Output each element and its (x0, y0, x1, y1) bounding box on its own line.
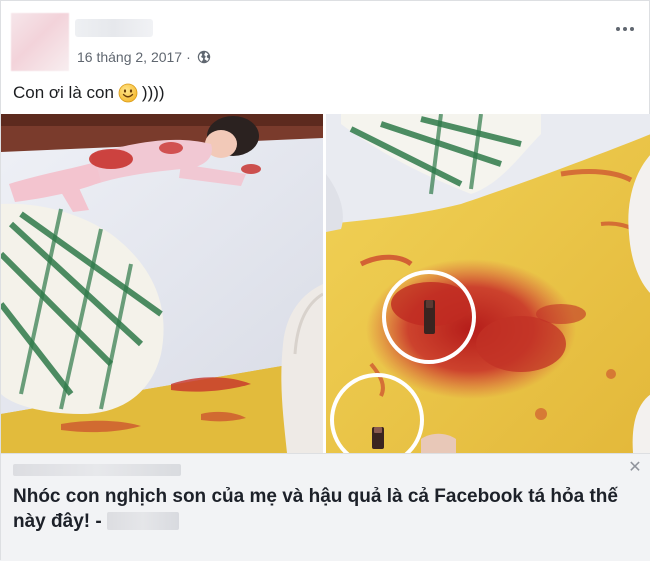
avatar[interactable] (11, 13, 69, 71)
link-title[interactable]: Nhóc con nghịch son của mẹ và hậu quả là… (13, 484, 643, 534)
link-title-text[interactable]: Nhóc con nghịch son của mẹ và hậu quả là… (13, 486, 618, 532)
globe-icon[interactable] (197, 50, 211, 64)
link-domain-redacted (13, 464, 181, 476)
author-name-redacted[interactable] (75, 19, 153, 37)
caption-suffix: )))) (141, 83, 165, 102)
more-options-icon[interactable] (613, 19, 637, 39)
post-card: 16 tháng 2, 2017 · Con ơi là con)))) ✕ … (0, 0, 650, 561)
photo-collage (1, 114, 650, 453)
post-photo[interactable] (1, 114, 650, 453)
link-preview[interactable]: ✕ Nhóc con nghịch son của mẹ và hậu quả … (1, 453, 650, 561)
right-photo (326, 114, 650, 453)
link-source-redacted (106, 512, 179, 530)
dot (623, 27, 627, 31)
smiley-emoji-icon (118, 83, 138, 103)
meta-separator: · (186, 49, 191, 65)
dot (616, 27, 620, 31)
post-meta: 16 tháng 2, 2017 · (77, 48, 211, 66)
post-header: 16 tháng 2, 2017 · (1, 1, 650, 73)
close-icon[interactable]: ✕ (627, 460, 643, 476)
post-caption: Con ơi là con )))) (13, 83, 165, 103)
post-date[interactable]: 16 tháng 2, 2017 (77, 49, 182, 65)
dot (630, 27, 634, 31)
left-photo (1, 114, 324, 453)
caption-text: Con ơi là con (13, 83, 114, 102)
photo-divider (323, 114, 326, 453)
